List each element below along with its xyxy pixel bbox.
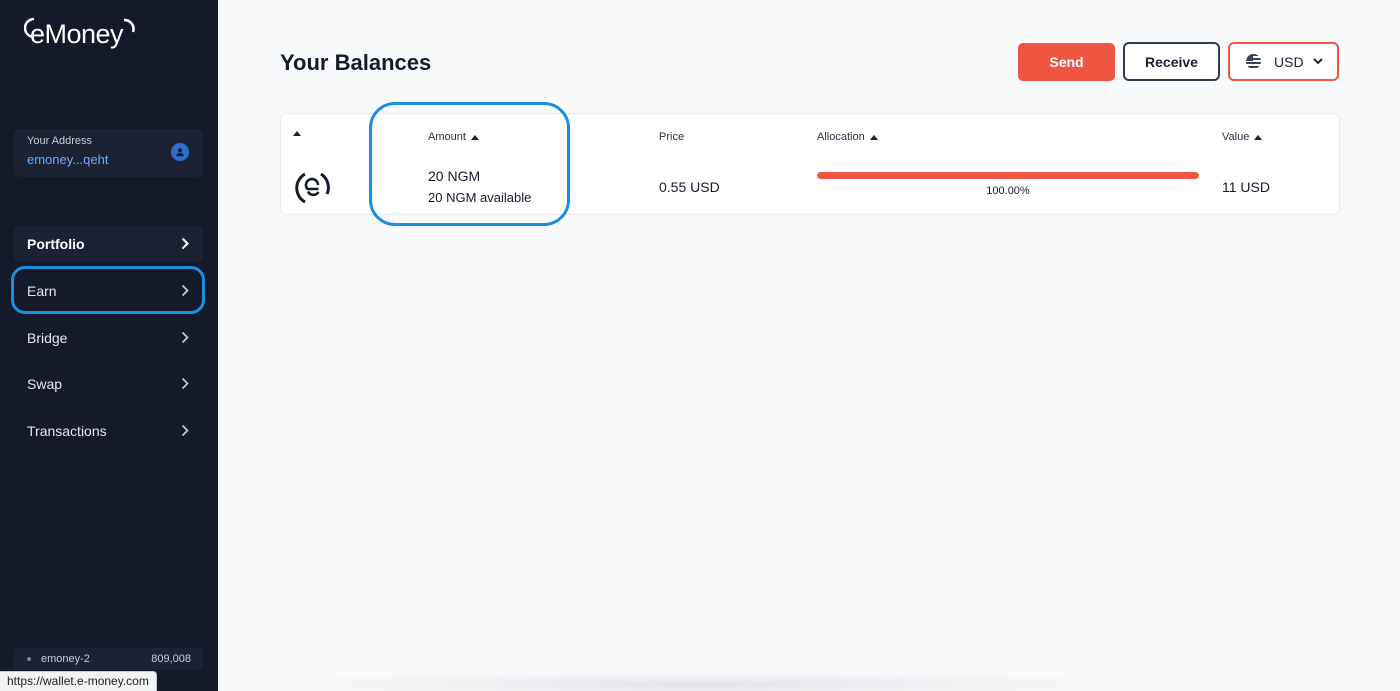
- sort-up-icon: [869, 134, 878, 140]
- chevron-right-icon: [181, 377, 189, 390]
- chevron-right-icon: [181, 237, 189, 250]
- column-header-value[interactable]: Value: [1222, 131, 1263, 143]
- user-icon[interactable]: [171, 143, 189, 161]
- column-header-label: Allocation: [817, 131, 865, 143]
- chevron-right-icon: [181, 331, 189, 344]
- allocation-bar: [817, 172, 1199, 179]
- column-header-allocation[interactable]: Allocation: [817, 131, 878, 143]
- address-box[interactable]: Your Address emoney...qeht: [14, 129, 203, 177]
- column-header-label: Price: [659, 131, 685, 143]
- currency-label: USD: [1274, 53, 1304, 70]
- send-button[interactable]: Send: [1018, 43, 1115, 81]
- sidebar-item-label: Swap: [27, 376, 63, 392]
- column-header-label: Value: [1222, 131, 1250, 143]
- sidebar-item-label: Transactions: [27, 423, 107, 439]
- chevron-down-icon: [1312, 58, 1323, 65]
- sort-up-icon: [293, 131, 301, 136]
- block-height: 809,008: [151, 653, 191, 665]
- emoney-token-icon: [295, 172, 330, 204]
- sidebar-item-label: Portfolio: [27, 236, 85, 252]
- status-bar-url: https://wallet.e-money.com: [0, 671, 157, 691]
- logo-text: eMoney: [30, 18, 124, 49]
- receive-button[interactable]: Receive: [1123, 42, 1220, 81]
- value-amount: 11 USD: [1222, 179, 1270, 195]
- allocation-bar-fill: [817, 172, 1199, 179]
- network-dot-icon: [27, 657, 31, 661]
- column-header-asset[interactable]: [293, 131, 301, 136]
- amount-highlight-ring: [369, 102, 570, 226]
- address-label: Your Address: [27, 135, 93, 147]
- network-status: emoney-2 809,008: [14, 648, 203, 670]
- earn-highlight-ring: [11, 266, 205, 314]
- network-name: emoney-2: [41, 653, 90, 665]
- address-value[interactable]: emoney...qeht: [27, 152, 108, 167]
- sidebar: eMoney Your Address emoney...qeht Portfo…: [0, 0, 218, 691]
- sort-up-icon: [1254, 134, 1263, 140]
- bottom-shadow: [240, 670, 1160, 691]
- emoney-logo[interactable]: eMoney: [24, 14, 136, 54]
- sidebar-item-label: Bridge: [27, 330, 68, 346]
- sidebar-item-transactions[interactable]: Transactions: [14, 413, 203, 449]
- sidebar-item-bridge[interactable]: Bridge: [14, 320, 203, 356]
- price-value: 0.55 USD: [659, 179, 720, 195]
- logo-swoosh-icon: [123, 18, 135, 33]
- chevron-right-icon: [181, 424, 189, 437]
- allocation-percent: 100.00%: [986, 185, 1030, 197]
- column-header-price[interactable]: Price: [659, 131, 684, 143]
- us-flag-icon: [1246, 54, 1261, 69]
- sidebar-item-swap[interactable]: Swap: [14, 366, 203, 402]
- sidebar-item-portfolio[interactable]: Portfolio: [14, 226, 203, 262]
- currency-select[interactable]: USD: [1228, 42, 1339, 81]
- page-title: Your Balances: [280, 50, 432, 75]
